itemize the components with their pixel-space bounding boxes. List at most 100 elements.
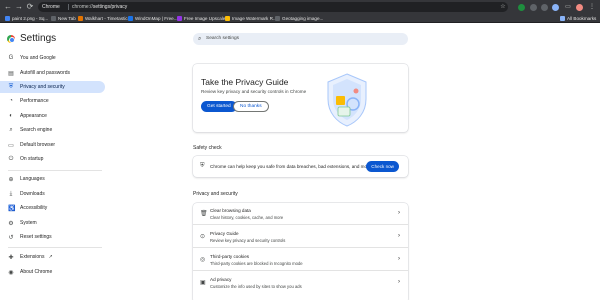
sidebar-item-label: Extensions — [20, 254, 45, 260]
sidebar-item-autofill[interactable]: ▤ Autofill and passwords — [0, 67, 105, 79]
site-chip[interactable]: Chrome — [42, 3, 60, 11]
sidebar-item-about-chrome[interactable]: ◉ About Chrome — [0, 266, 105, 278]
sidebar-item-label: Reset settings — [20, 234, 52, 240]
sidebar-item-on-startup[interactable]: ⏻ On startup — [0, 153, 105, 165]
bookmark-label: paint 2.png - Sq... — [12, 16, 49, 21]
bookmark-item[interactable]: Image Watermark R... — [225, 15, 277, 22]
sidebar-item-label: Autofill and passwords — [20, 70, 71, 76]
get-started-button[interactable]: Get started — [201, 101, 237, 112]
shield-check-icon: ⛨ — [200, 163, 205, 169]
bookmark-favicon-icon — [225, 16, 230, 21]
sidebar-item-label: You and Google — [20, 55, 56, 61]
search-icon: ⌕ — [9, 126, 13, 133]
url-path: settings/privacy — [92, 4, 128, 10]
sidebar-item-label: Languages — [20, 176, 45, 182]
trash-icon: 🗑 — [200, 211, 208, 217]
globe-icon: ⊕ — [8, 176, 14, 183]
bookmark-favicon-icon — [177, 16, 182, 21]
sidebar-item-extensions[interactable]: ✚ Extensions ↗ — [0, 251, 105, 263]
bookmark-item[interactable]: Walkhart - Timetastic — [78, 15, 128, 22]
cookie-icon: ◎ — [200, 257, 206, 263]
bookmark-label: Geotagging image... — [282, 16, 324, 21]
reset-icon: ↺ — [8, 234, 14, 241]
bookmark-favicon-icon — [78, 16, 83, 21]
omnibox-divider — [68, 4, 69, 10]
sidebar-item-default-browser[interactable]: ▭ Default browser — [0, 139, 105, 151]
chevron-right-icon: › — [398, 210, 400, 216]
bookmark-label: New Tab — [58, 16, 76, 21]
chevron-right-icon: › — [398, 256, 400, 262]
bookmark-favicon-icon — [51, 16, 56, 21]
bookmark-label: Free Image Upscale... — [184, 16, 230, 21]
sidebar-item-appearance[interactable]: ◐ Appearance — [0, 110, 105, 122]
sidebar-item-search-engine[interactable]: ⌕ Search engine — [0, 124, 105, 136]
folder-icon — [560, 16, 565, 21]
menu-icon[interactable]: ⋮ — [587, 2, 597, 12]
extension-icon[interactable] — [552, 4, 559, 11]
bookmarks-bar: paint 2.png - Sq... New Tab Walkhart - T… — [0, 14, 600, 23]
sidebar-item-label: Accessibility — [20, 205, 48, 211]
shield-icon: ⛨ — [8, 83, 14, 90]
sidebar-item-performance[interactable]: ◔ Performance — [0, 95, 105, 107]
sidebar-item-label: Performance — [20, 98, 49, 104]
safety-check-card: ⛨ Chrome can help keep you safe from dat… — [193, 156, 408, 177]
google-icon: G — [8, 55, 14, 61]
privacy-guide-row[interactable]: ⊙ Privacy Guide Review key privacy and s… — [193, 226, 408, 248]
privacy-guide-card: Take the Privacy Guide Review key privac… — [193, 64, 408, 132]
search-input[interactable]: ⌕ Search settings — [193, 33, 408, 45]
all-bookmarks-button[interactable]: All Bookmarks — [560, 15, 596, 22]
bookmark-label: Walkhart - Timetastic — [85, 16, 128, 21]
bookmark-item[interactable]: Free Image Upscale... — [177, 15, 229, 22]
side-panel-icon[interactable]: ▭ — [563, 2, 573, 12]
sidebar-item-you-and-google[interactable]: G You and Google — [0, 52, 105, 64]
privacy-guide-description: Review key privacy and security controls… — [201, 89, 307, 94]
sidebar-divider — [8, 170, 102, 171]
bookmark-label: Image Watermark R... — [232, 16, 277, 21]
ad-privacy-row[interactable]: ▣ Ad privacy Customize the info used by … — [193, 272, 408, 294]
sidebar-item-system[interactable]: ⚙ System — [0, 217, 105, 229]
row-subtitle: Customize the info used by sites to show… — [210, 284, 302, 289]
sidebar-item-label: About Chrome — [20, 269, 53, 275]
profile-avatar[interactable] — [576, 4, 583, 11]
extension-icon[interactable] — [518, 4, 525, 11]
power-icon: ⏻ — [8, 155, 14, 162]
address-bar[interactable]: Chrome chrome://settings/privacy ☆ — [38, 2, 508, 12]
sidebar-item-label: System — [20, 220, 37, 226]
external-link-icon: ↗ — [48, 254, 53, 260]
extension-icon[interactable] — [530, 4, 537, 11]
autofill-icon: ▤ — [8, 70, 14, 77]
clear-browsing-data-row[interactable]: 🗑 Clear browsing data Clear history, coo… — [193, 203, 408, 225]
url-text[interactable]: chrome://settings/privacy — [72, 3, 127, 11]
bookmark-star-icon[interactable]: ☆ — [498, 2, 508, 12]
sidebar-item-label: Appearance — [20, 113, 47, 119]
row-subtitle: Third-party cookies are blocked in Incog… — [210, 261, 303, 266]
sidebar-item-accessibility[interactable]: ♿ Accessibility — [0, 202, 105, 214]
sidebar-item-label: On startup — [20, 156, 44, 162]
extension-icon[interactable] — [541, 4, 548, 11]
accessibility-icon: ♿ — [8, 205, 16, 212]
bookmark-item[interactable]: New Tab — [51, 15, 76, 22]
search-placeholder: Search settings — [206, 36, 240, 41]
privacy-security-card: 🗑 Clear browsing data Clear history, coo… — [193, 203, 408, 300]
sidebar-item-languages[interactable]: ⊕ Languages — [0, 173, 105, 185]
bookmark-item[interactable]: Geotagging image... — [275, 15, 323, 22]
row-subtitle: Clear history, cookies, cache, and more — [210, 215, 284, 220]
bookmark-item[interactable]: WindOnMap | Free... — [128, 15, 178, 22]
sidebar-divider — [8, 247, 102, 248]
chrome-icon: ◉ — [8, 269, 14, 276]
sidebar-item-downloads[interactable]: ⤓ Downloads — [0, 188, 105, 200]
wrench-icon: ⚙ — [8, 220, 14, 227]
check-now-button[interactable]: Check now — [366, 161, 399, 172]
browser-toolbar: ← → ⟳ Chrome chrome://settings/privacy ☆… — [0, 0, 600, 14]
page-title: Settings — [20, 33, 57, 44]
safety-check-text: Chrome can help keep you safe from data … — [210, 164, 372, 169]
sidebar-item-reset[interactable]: ↺ Reset settings — [0, 231, 105, 243]
chrome-logo-icon — [7, 35, 15, 43]
sidebar-item-privacy[interactable]: ⛨ Privacy and security — [0, 81, 105, 93]
third-party-cookies-row[interactable]: ◎ Third-party cookies Third-party cookie… — [193, 249, 408, 271]
no-thanks-button[interactable]: No thanks — [233, 101, 269, 112]
bookmark-item[interactable]: paint 2.png - Sq... — [5, 15, 48, 22]
url-host: chrome:// — [72, 4, 93, 10]
reload-icon[interactable]: ⟳ — [24, 1, 36, 13]
safety-check-heading: Safety check — [193, 145, 222, 151]
